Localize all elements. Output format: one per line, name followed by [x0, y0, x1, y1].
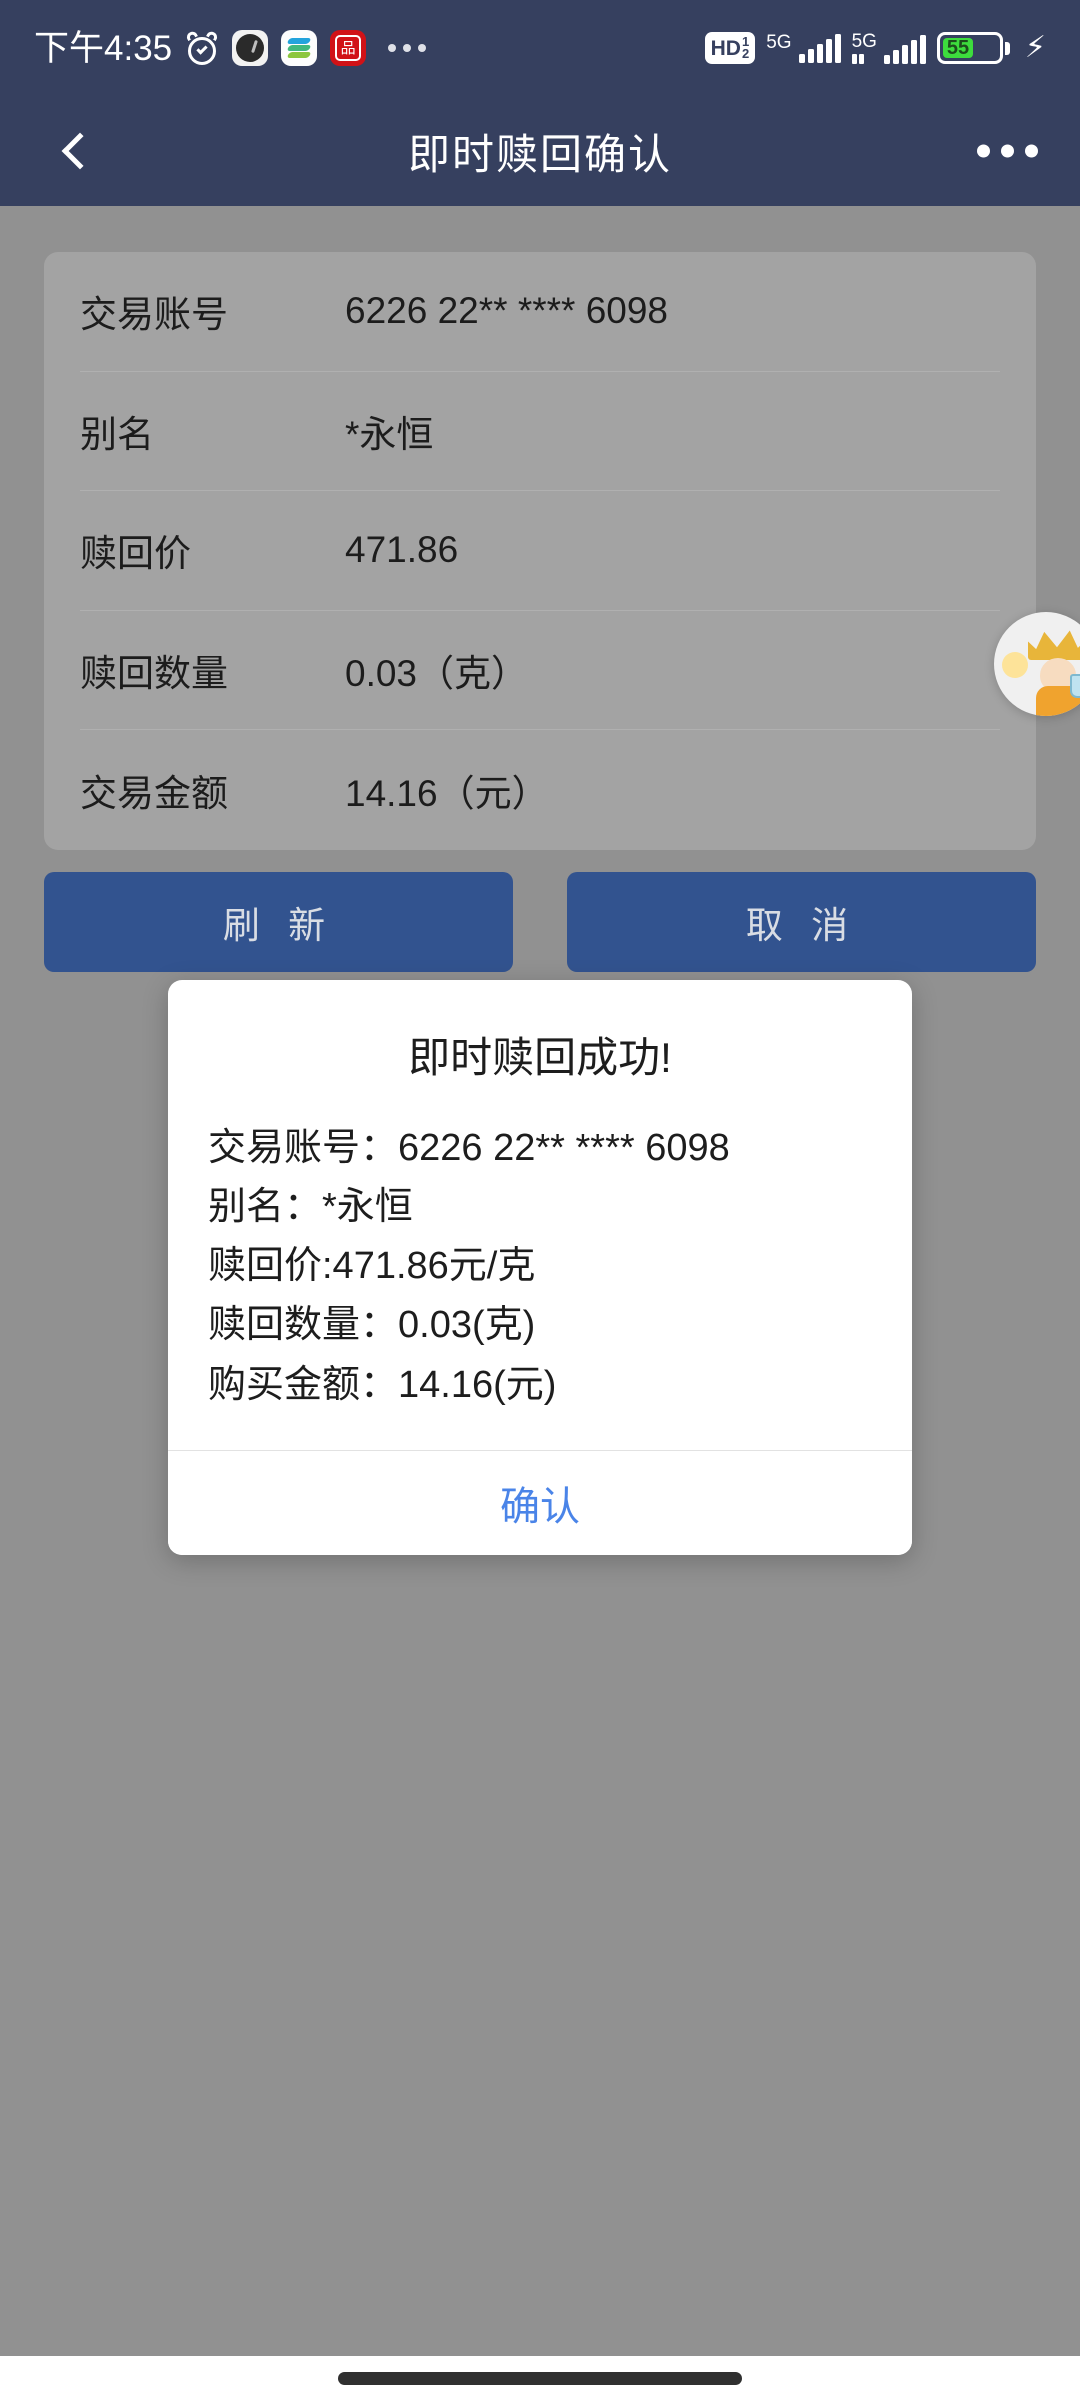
dialog-line-price: 赎回价:471.86元/克: [208, 1245, 536, 1288]
phone-screen: 下午4:35 品 HD 1 2 5G 5G 55 ⚡ 即时赎回确认 交易账号 6…: [0, 0, 1080, 2400]
action-button-row: 刷 新 取 消: [44, 872, 1036, 972]
dialog-confirm-button[interactable]: 确认: [168, 1450, 912, 1555]
dialog-line-quantity: 赎回数量：0.03(克): [208, 1304, 536, 1347]
hd-voice-icon: HD 1 2: [704, 31, 756, 65]
dialog-line-amount: 购买金额：14.16(元): [208, 1363, 557, 1406]
app-header: 即时赎回确认: [0, 96, 1080, 206]
dialog-line-alias: 别名：*永恒: [208, 1186, 413, 1229]
refresh-button[interactable]: 刷 新: [44, 872, 513, 972]
dialog-title: 即时赎回成功!: [408, 1034, 672, 1081]
hd-denominator: 2: [741, 46, 750, 61]
sim1-signal-icon: 5G: [766, 32, 841, 63]
table-row: 赎回数量 0.03（克）: [80, 611, 1000, 731]
cancel-button[interactable]: 取 消: [567, 872, 1036, 972]
success-dialog: 即时赎回成功! 交易账号：6226 22** **** 6098 别名：*永恒 …: [168, 980, 912, 1555]
bank-app-icon: 品: [330, 30, 367, 66]
row-label: 交易金额: [80, 773, 228, 815]
alarm-clock-icon: [185, 29, 220, 65]
status-bar: 下午4:35 品 HD 1 2 5G 5G 55 ⚡: [0, 0, 1080, 96]
row-value: *永恒: [345, 413, 434, 455]
page-title: 即时赎回确认: [407, 130, 672, 178]
system-nav-bar: [0, 2356, 1080, 2400]
transaction-info-card: 交易账号 6226 22** **** 6098 别名 *永恒 赎回价 471.…: [44, 252, 1036, 850]
back-button[interactable]: [46, 121, 106, 181]
sim1-network-label: 5G: [766, 32, 792, 53]
dialog-line-account: 交易账号：6226 22** **** 6098: [208, 1127, 730, 1169]
table-row: 别名 *永恒: [80, 372, 1000, 492]
dialog-body: 即时赎回成功! 交易账号：6226 22** **** 6098 别名：*永恒 …: [168, 980, 912, 1450]
china-mobile-app-icon: [281, 30, 318, 66]
status-overflow-icon: [388, 44, 427, 52]
row-label: 赎回数量: [80, 653, 228, 695]
table-row: 赎回价 471.86: [80, 491, 1000, 611]
status-bar-right: HD 1 2 5G 5G 55 ⚡: [704, 31, 1046, 65]
row-label: 别名: [80, 413, 154, 455]
row-value: 471.86: [345, 529, 459, 571]
table-row: 交易账号 6226 22** **** 6098: [80, 252, 1000, 372]
sim2-network-label: 5G: [851, 31, 877, 52]
back-chevron-icon: [61, 132, 99, 170]
home-gesture-indicator[interactable]: [338, 2371, 742, 2385]
crown-mascot-floating-icon[interactable]: [994, 612, 1080, 716]
status-bar-clock: 下午4:35: [34, 28, 173, 68]
sim2-signal-icon: 5G: [851, 31, 926, 64]
row-value: 6226 22** **** 6098: [345, 290, 669, 332]
table-row: 交易金额 14.16（元）: [80, 730, 1000, 850]
battery-level-text: 55: [942, 38, 974, 58]
charging-bolt-icon: ⚡: [1024, 31, 1046, 64]
status-bar-left: 下午4:35 品: [34, 28, 427, 68]
row-label: 赎回价: [80, 533, 191, 575]
hd-label: HD: [710, 36, 741, 60]
dark-watch-app-icon: [232, 30, 269, 66]
data-transfer-icon: [851, 52, 864, 64]
battery-icon: 55: [936, 32, 1010, 64]
row-label: 交易账号: [80, 294, 228, 336]
row-value: 0.03（克）: [345, 653, 529, 695]
more-options-icon[interactable]: [977, 144, 1038, 158]
row-value: 14.16（元）: [345, 773, 549, 815]
bank-icon-glyph: 品: [335, 35, 362, 61]
